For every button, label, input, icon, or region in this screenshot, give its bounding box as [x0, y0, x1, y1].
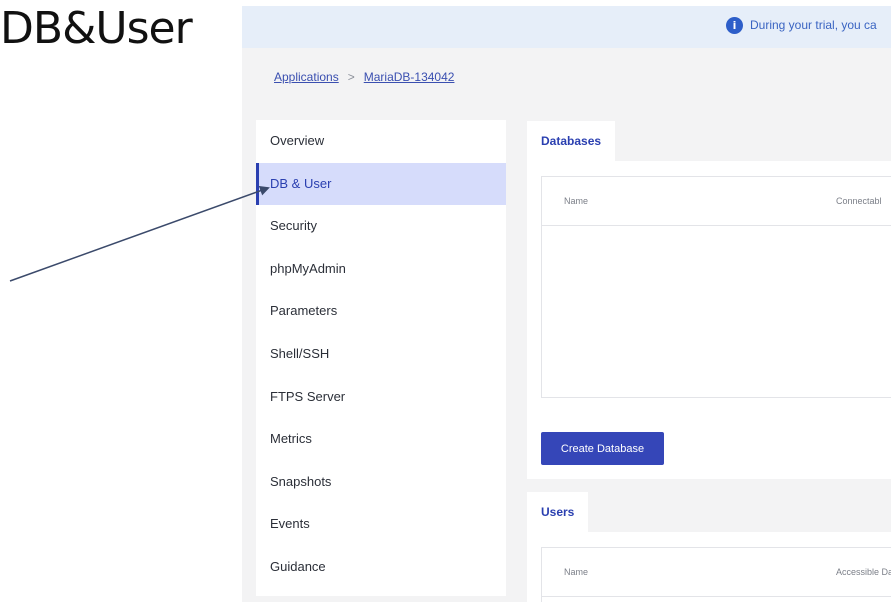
annotation-arrow [9, 186, 270, 282]
annotation-arrow-line [9, 186, 270, 282]
